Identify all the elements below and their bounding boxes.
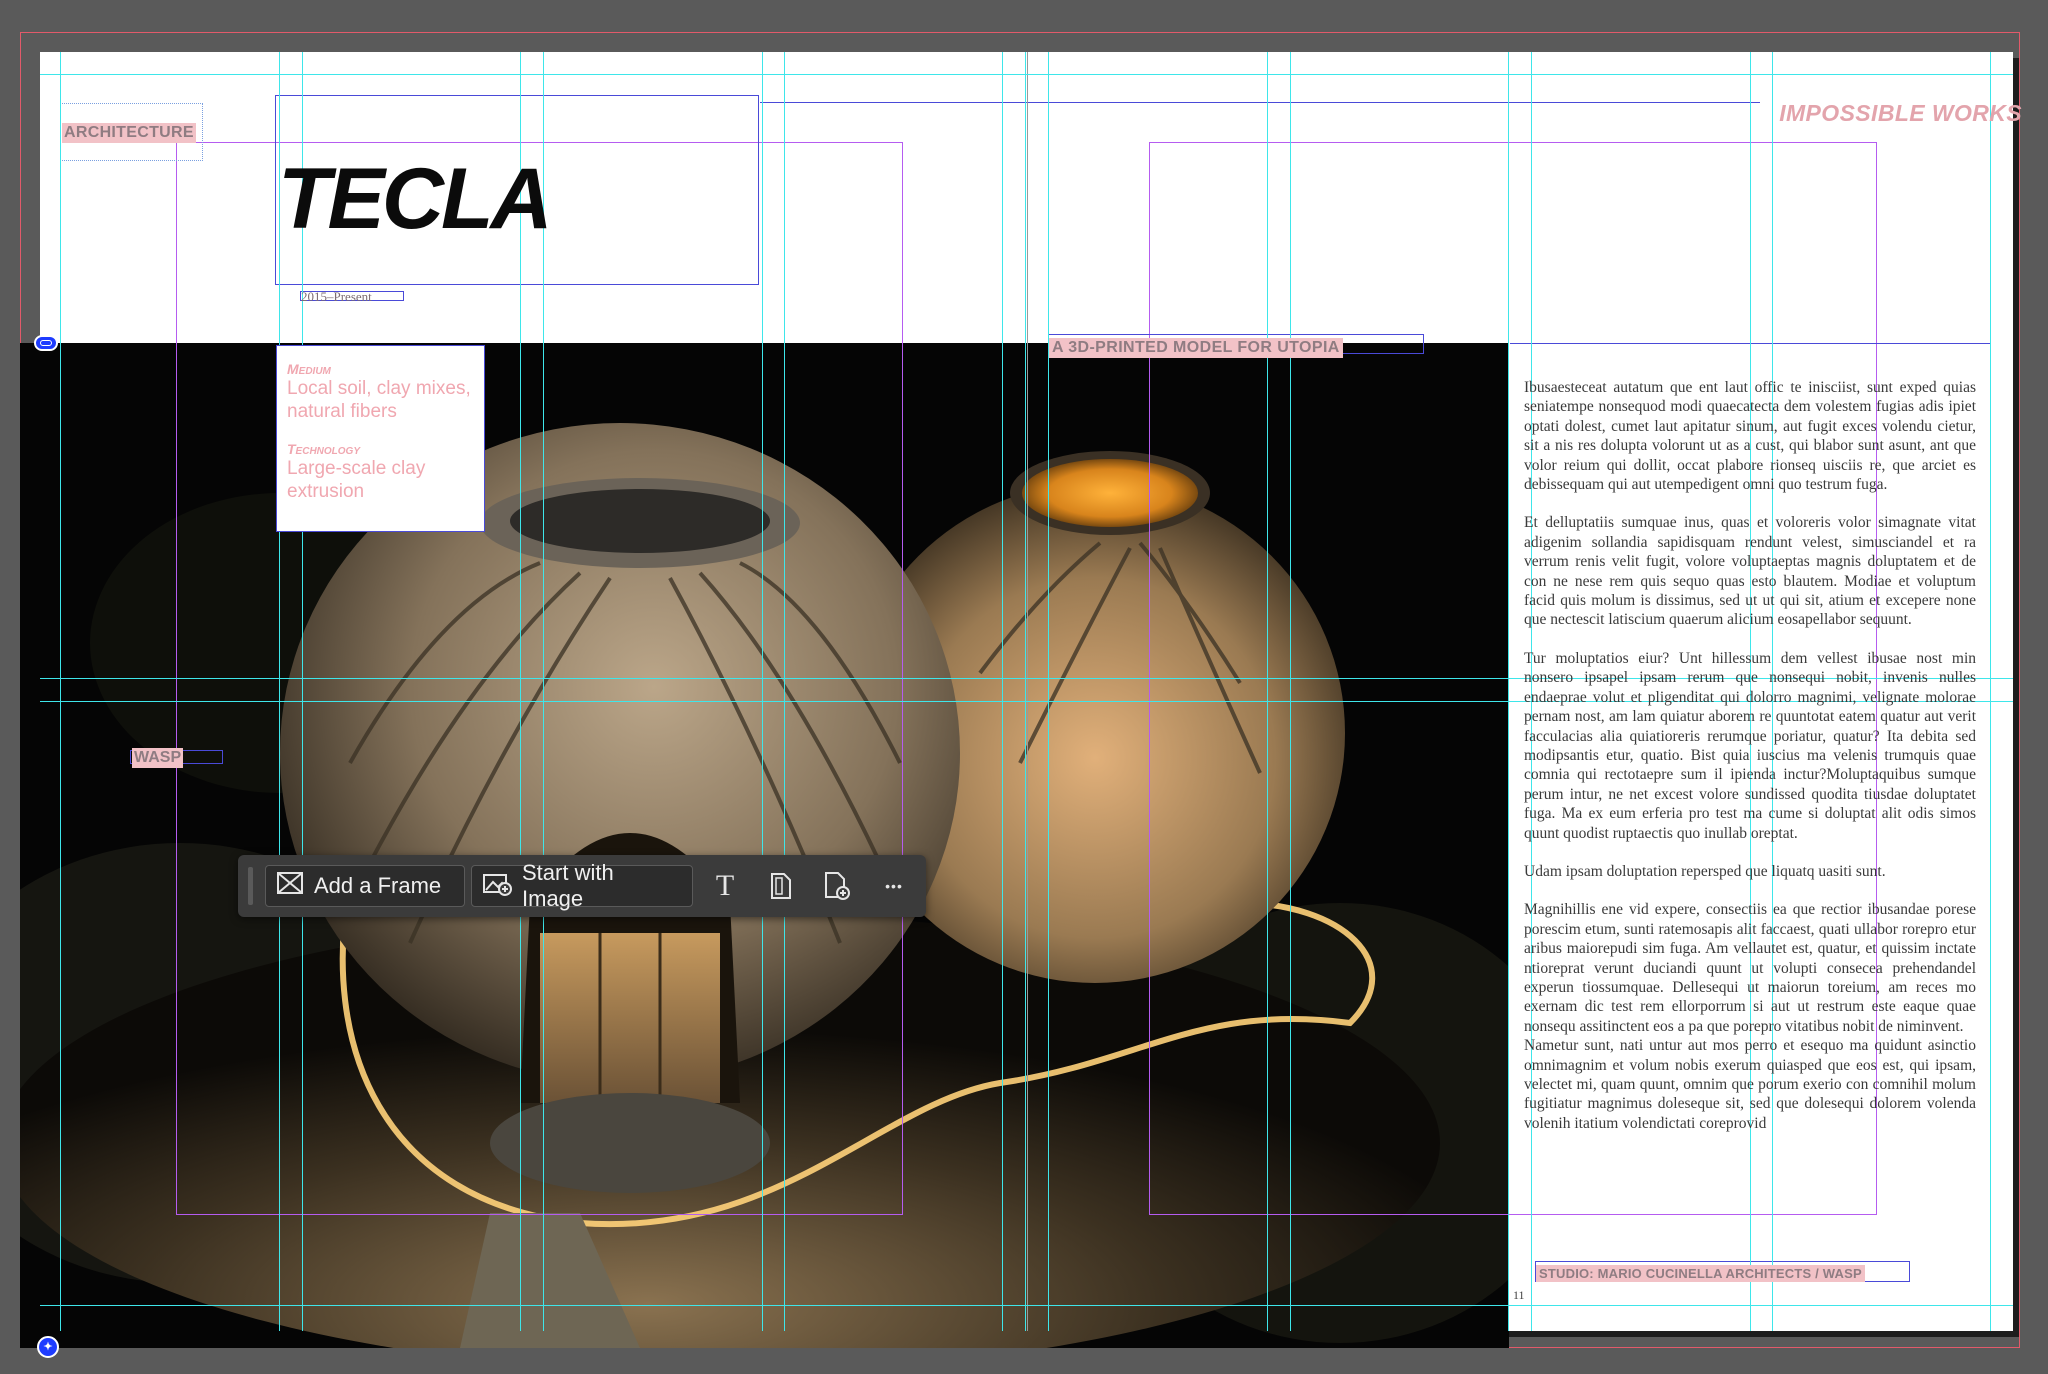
guide-vertical: [1025, 52, 1026, 1331]
guide-spine: [1027, 52, 1028, 1331]
body-paragraph: Ibusaesteceat autatum que ent laut offic…: [1524, 379, 1976, 494]
guide-vertical: [784, 52, 785, 1331]
body-paragraph: Magnihillis ene vid expere, consectiis e…: [1524, 901, 1976, 1035]
start-with-image-button[interactable]: Start with Image: [471, 860, 693, 911]
body-paragraph: Tur moluptatios eiur? Unt hillessum dem …: [1524, 649, 1976, 842]
body-paragraph: Et delluptatiis sumquae inus, quas et vo…: [1524, 514, 1976, 629]
technology-label: Technology: [287, 441, 360, 457]
guide-vertical: [1048, 52, 1049, 1331]
medium-label: Medium: [287, 361, 331, 377]
contextual-task-bar[interactable]: Add a Frame Start with Image T •••: [238, 855, 926, 917]
date-range[interactable]: 2015–Present: [301, 289, 372, 305]
page-number: 11: [1513, 1288, 1525, 1302]
guide-vertical: [762, 52, 763, 1331]
photo-credit[interactable]: STUDIO: MARIO CUCINELLA ARCHITECTS / WAS…: [1536, 1265, 1865, 1282]
guide-horizontal: [40, 1305, 2013, 1306]
add-page-icon[interactable]: [821, 869, 855, 903]
add-frame-label: Add a Frame: [314, 873, 442, 898]
body-paragraph: Udam ipsam doluptation repersped que liq…: [1524, 862, 1886, 880]
link-icon[interactable]: [34, 335, 58, 351]
subhead[interactable]: A 3D-PRINTED MODEL FOR UTOPIA: [1049, 338, 1343, 358]
medium-value: Local soil, clay mixes, natural fibers: [287, 378, 471, 422]
body-paragraph: Nametur sunt, nati untur aut mos perro e…: [1524, 1037, 1976, 1132]
guide-vertical: [1002, 52, 1003, 1331]
drag-handle[interactable]: [248, 867, 253, 905]
image-add-icon: [482, 870, 512, 902]
running-header[interactable]: IMPOSSIBLE WORKS: [1779, 100, 2022, 127]
guide-vertical: [1267, 52, 1268, 1331]
guide-vertical: [1508, 52, 1509, 1331]
guide-vertical: [1290, 52, 1291, 1331]
add-frame-button[interactable]: Add a Frame: [265, 865, 465, 907]
body-text[interactable]: Ibusaesteceat autatum que ent laut offic…: [1524, 378, 1976, 1133]
content-badge-icon[interactable]: ✦: [37, 1336, 59, 1358]
frame-icon: [276, 871, 304, 901]
more-icon[interactable]: •••: [877, 869, 911, 903]
header-rule: [760, 102, 1760, 103]
page-icon[interactable]: [764, 869, 798, 903]
guide-vertical: [60, 52, 61, 1331]
section-label[interactable]: ARCHITECTURE: [62, 123, 196, 143]
text-tool-icon[interactable]: T: [708, 869, 742, 903]
page-title[interactable]: TECLA: [278, 150, 553, 249]
photo-tag[interactable]: WASP: [132, 748, 184, 768]
technology-value: Large-scale clay extrusion: [287, 458, 426, 502]
info-box[interactable]: Medium Local soil, clay mixes, natural f…: [276, 345, 485, 532]
start-with-image-label: Start with Image: [522, 860, 614, 911]
guide-vertical: [1990, 52, 1991, 1331]
guide-horizontal: [40, 74, 2013, 75]
